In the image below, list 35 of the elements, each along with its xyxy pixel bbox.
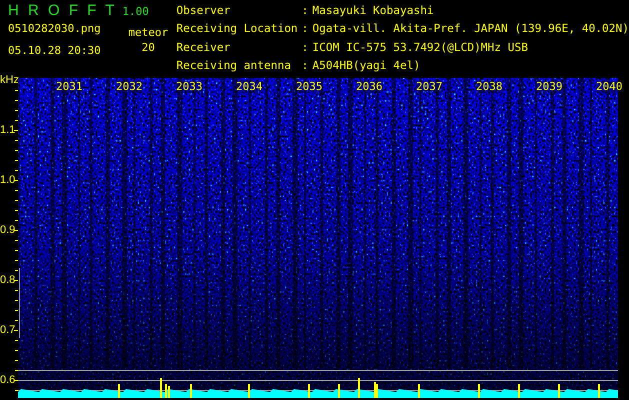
field-label: Receiver <box>176 42 232 56</box>
time-label: 2031 <box>56 81 82 93</box>
meteor-count: 20 <box>142 41 155 54</box>
meteor-label: meteor <box>128 26 168 39</box>
time-label: 2036 <box>356 81 382 93</box>
time-label: 2033 <box>176 81 202 93</box>
time-label: 2039 <box>536 81 562 93</box>
field-value: ICOM IC-575 53.7492(@LCD)MHz USB <box>312 42 529 56</box>
field-label: Receiving Location <box>176 23 298 38</box>
field-label: Receiving antenna <box>176 60 292 74</box>
frequency-label: 0.9 <box>0 224 16 236</box>
time-label: 2034 <box>236 81 262 93</box>
separator: : <box>302 42 308 56</box>
app-title: H R O F F T <box>8 2 114 19</box>
version-label: 1.00 <box>122 5 149 18</box>
separator: : <box>302 60 308 74</box>
field-label: Observer <box>176 5 232 19</box>
frequency-label: 0.8 <box>0 274 16 286</box>
filename-label: 0510282030.png <box>8 22 102 35</box>
field-value: Masayuki Kobayashi <box>312 5 435 19</box>
unit-label: kHz <box>0 74 19 86</box>
time-label: 2038 <box>476 81 502 93</box>
time-label: 2037 <box>416 81 442 93</box>
frequency-label: 0.6 <box>0 374 16 386</box>
frequency-label: 1.0 <box>0 174 16 186</box>
frequency-label: 1.1 <box>0 124 16 136</box>
datetime-label: 05.10.28 20:30 <box>8 44 102 57</box>
frequency-label: 0.7 <box>0 324 16 336</box>
separator: : <box>302 23 308 38</box>
time-label: 2040 <box>596 81 622 93</box>
time-label: 2035 <box>296 81 322 93</box>
field-value: Ogata-vill. Akita-Pref. JAPAN (139.96E, 40.02N) <box>312 23 629 38</box>
time-label: 2032 <box>116 81 142 93</box>
separator: : <box>302 5 308 19</box>
field-value: A504HB(yagi 4el) <box>312 60 422 74</box>
